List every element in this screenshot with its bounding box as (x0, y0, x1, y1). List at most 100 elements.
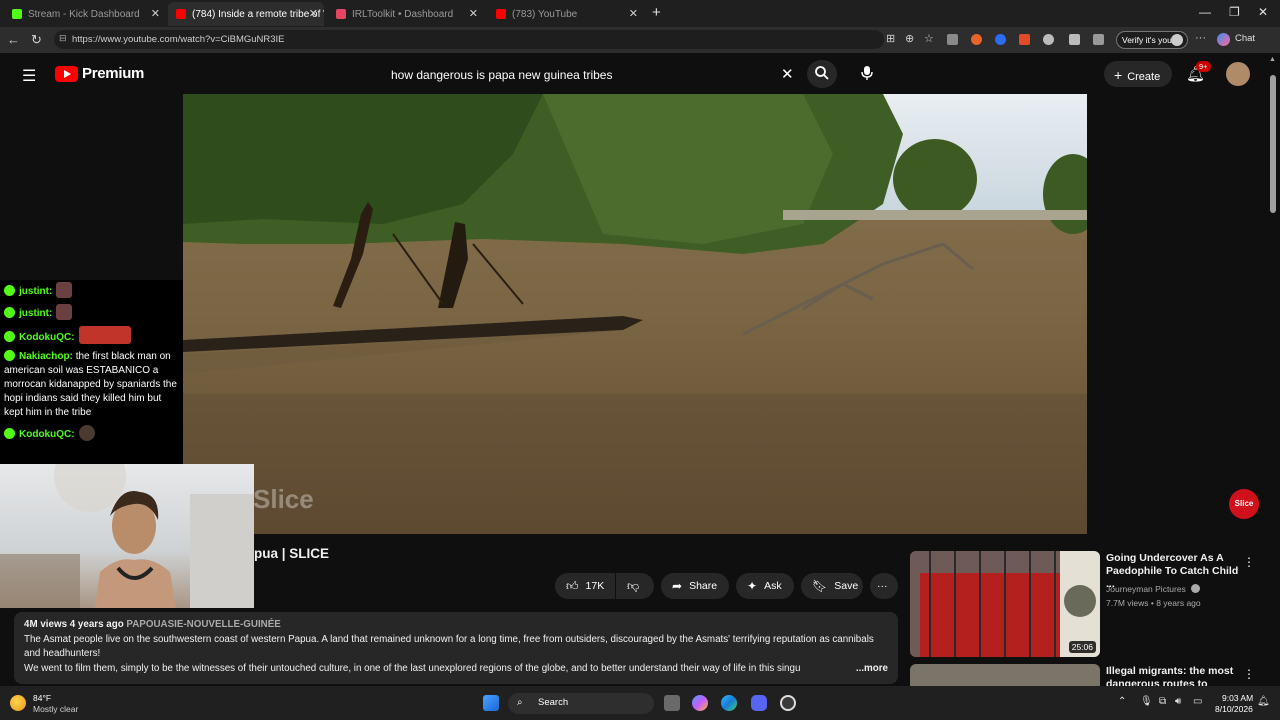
emote-icon (78, 425, 95, 441)
account-avatar[interactable] (1226, 62, 1250, 86)
scroll-up-icon[interactable]: ▲ (1269, 56, 1276, 63)
close-icon[interactable]: ✕ (309, 7, 318, 20)
weather-sun-icon[interactable] (10, 695, 26, 711)
channel-branding-badge[interactable]: Slice (1229, 489, 1259, 519)
description-line-2-wrap: We went to film them, simply to be the w… (24, 661, 888, 677)
more-actions-button[interactable]: ··· (870, 573, 898, 599)
kick-badge-icon (4, 428, 15, 439)
video-frame (183, 94, 1087, 534)
apps-icon[interactable]: ⊞ (886, 32, 895, 45)
youtube-favicon-icon (176, 9, 186, 19)
hamburger-menu-icon[interactable]: ☰ (22, 66, 36, 86)
tab-youtube-home[interactable]: (783) YouTube ✕ (488, 2, 644, 26)
ask-button[interactable]: ✦ Ask (736, 573, 794, 599)
recommendation-thumbnail[interactable]: 25:06 (910, 551, 1100, 657)
restore-button[interactable]: ❐ (1229, 5, 1240, 19)
page-scrollbar[interactable]: ▲ (1266, 53, 1280, 686)
taskbar-search[interactable]: ⌕ Search (508, 693, 654, 714)
description-line-1: The Asmat people live on the southwester… (24, 633, 874, 660)
dislike-button[interactable]: 👎︎ (616, 573, 654, 599)
scrollbar-thumb[interactable] (1270, 75, 1276, 213)
save-button[interactable]: 🔖︎ Save (801, 573, 863, 599)
notification-bell-icon[interactable]: 🔔︎ (1257, 696, 1270, 707)
site-info-icon[interactable]: ⊟ (59, 33, 67, 44)
verify-profile-button[interactable]: Verify it's you (1116, 31, 1188, 49)
save-label: Save (834, 580, 859, 592)
obs-icon[interactable] (780, 695, 796, 711)
address-bar[interactable]: ⊟ https://www.youtube.com/watch?v=CiBMGu… (54, 30, 884, 49)
microphone-tray-icon[interactable]: 🎙︎ (1140, 696, 1153, 707)
like-button[interactable]: 👍︎ 17K (555, 573, 615, 599)
kick-badge-icon (4, 285, 15, 296)
search-button[interactable] (807, 60, 837, 88)
back-arrow-icon[interactable]: ← (7, 32, 20, 47)
recommendation-channel[interactable]: Journeyman Pictures (1106, 584, 1201, 594)
chat-message: justint: (0, 282, 183, 299)
star-icon[interactable]: ☆ (924, 32, 934, 45)
search-input[interactable]: how dangerous is papa new guinea tribes (378, 60, 806, 88)
browser-toolbar: ← ↻ ⊟ https://www.youtube.com/watch?v=Ci… (0, 27, 1280, 53)
view-count: 4M views (24, 619, 68, 630)
network-icon[interactable]: ⧉ (1159, 696, 1166, 707)
close-icon[interactable]: ✕ (469, 7, 478, 20)
more-menu-icon[interactable]: ··· (1195, 32, 1206, 44)
chat-message: KodokuQC: (0, 326, 183, 345)
volume-icon[interactable]: 🔊︎ (1175, 696, 1181, 707)
close-icon[interactable]: ✕ (629, 7, 638, 20)
favorites-icon[interactable] (1093, 34, 1104, 45)
clear-search-icon[interactable]: ✕ (781, 65, 794, 83)
reload-icon[interactable]: ↻ (31, 32, 42, 48)
recommendation-thumbnail[interactable] (910, 664, 1100, 686)
tab-youtube-video[interactable]: (784) Inside a remote tribe of West ✕ (168, 2, 324, 26)
kick-badge-icon (4, 350, 15, 361)
new-tab-button[interactable]: + (652, 4, 661, 21)
extension-shield-icon[interactable] (947, 34, 958, 45)
edge-browser-icon[interactable] (721, 695, 737, 711)
window-close-button[interactable]: ✕ (1258, 5, 1268, 19)
chat-message: justint: (0, 304, 183, 321)
video-title: pua | SLICE (254, 546, 330, 561)
weather-temperature[interactable]: 84°F (33, 693, 51, 703)
clock-time[interactable]: 9:03 AM (1222, 693, 1253, 703)
extension-download-icon[interactable] (1019, 34, 1030, 45)
search-label: Search (538, 697, 569, 708)
discord-icon[interactable] (751, 695, 767, 711)
battery-icon[interactable]: ▭ (1193, 696, 1202, 707)
tab-kick-dashboard[interactable]: Stream - Kick Dashboard ✕ (4, 2, 166, 26)
verified-check-icon (1191, 584, 1201, 593)
more-vertical-icon[interactable]: ⋮ (1243, 555, 1255, 569)
more-vertical-icon[interactable]: ⋮ (1243, 667, 1255, 681)
windows-start-icon[interactable] (483, 695, 499, 711)
extensions-puzzle-icon[interactable] (1069, 34, 1080, 45)
clock-date[interactable]: 8/10/2026 (1215, 704, 1253, 714)
recommendation-title[interactable]: Illegal migrants: the most dangerous rou… (1106, 665, 1240, 686)
tab-label: Stream - Kick Dashboard (28, 8, 140, 20)
minimize-button[interactable]: — (1199, 5, 1211, 19)
share-button[interactable]: ➦ Share (661, 573, 729, 599)
windows-taskbar: 84°F Mostly clear ⌕ Search ⌃ 🎙︎ ⧉ 🔊︎ ▭ 9… (0, 686, 1280, 720)
extension-blue-icon[interactable] (995, 34, 1006, 45)
video-player[interactable]: Slice (183, 94, 1087, 534)
extension-fox-icon[interactable] (971, 34, 982, 45)
tab-label: (784) Inside a remote tribe of West (192, 8, 324, 20)
emote-icon (56, 304, 73, 320)
youtube-premium-logo[interactable]: Premium (55, 65, 144, 82)
chat-button[interactable]: Chat (1235, 33, 1255, 44)
show-hidden-icons-icon[interactable]: ⌃ (1118, 696, 1126, 707)
create-button[interactable]: + Create (1104, 61, 1172, 87)
copilot-icon[interactable] (1217, 33, 1230, 46)
video-description[interactable]: 4M views 4 years ago PAPOUASIE-NOUVELLE-… (14, 612, 898, 684)
tab-irltoolkit[interactable]: IRLToolkit • Dashboard ✕ (328, 2, 484, 26)
weather-condition[interactable]: Mostly clear (33, 704, 78, 714)
zoom-icon[interactable]: ⊕ (905, 32, 914, 45)
location-tag[interactable]: PAPOUASIE-NOUVELLE-GUINÉE (126, 619, 280, 630)
voice-search-button[interactable] (853, 60, 881, 88)
extension-refresh-icon[interactable] (1043, 34, 1054, 45)
stream-chat-overlay: justint: justint: KodokuQC: Nakiachop: t… (0, 280, 183, 464)
copilot-taskbar-icon[interactable] (692, 695, 708, 711)
verify-label: Verify it's you (1122, 35, 1172, 45)
tab-label: IRLToolkit • Dashboard (352, 8, 454, 20)
close-icon[interactable]: ✕ (151, 7, 160, 20)
show-more-link[interactable]: ...more (851, 661, 888, 677)
task-view-icon[interactable] (664, 695, 680, 711)
